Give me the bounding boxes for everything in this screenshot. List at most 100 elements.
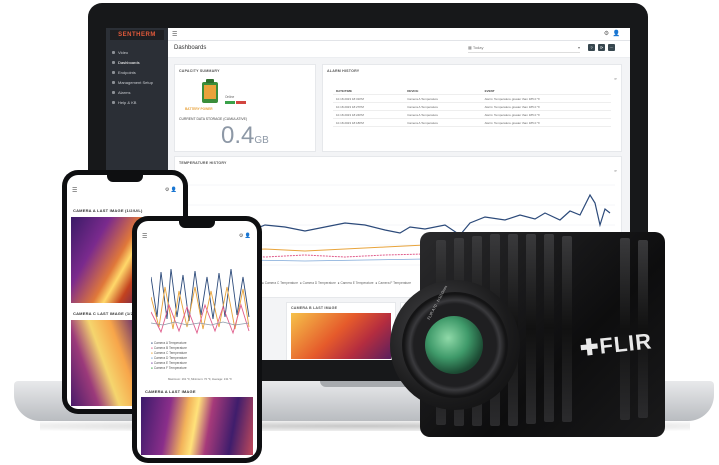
status-badge (236, 101, 246, 104)
sidebar-item-dashboards[interactable]: Dashboards (110, 58, 166, 67)
card-title: CAPACITY SUMMARY (179, 69, 220, 73)
page-header: Dashboards ▦ Today ▾ ? ⟳ ⋯ (168, 41, 630, 58)
settings-gear-icon[interactable]: ⚙ (239, 233, 243, 239)
table-cell: Camera A Temperature (404, 110, 482, 119)
video-icon (112, 51, 115, 54)
sidebar-item-help[interactable]: Help & KB (110, 98, 166, 107)
table-row[interactable]: 10.18.2023 18:31PM Camera A Temperature Al… (333, 94, 611, 103)
table-cell: 10.18.2023 18:24PM (333, 110, 405, 119)
settings-gear-icon[interactable]: ⚙ (604, 31, 609, 37)
endpoint-icon (112, 71, 115, 74)
top-bar-icons: ⚙ 👤 (604, 30, 620, 37)
legend-label: Camera E Temperature (340, 281, 374, 285)
sidebar-item-label: Dashboards (118, 60, 140, 65)
heat-sink-fin (544, 234, 554, 422)
heat-sink-fin (620, 238, 630, 420)
legend-label: Camera C Temperature (153, 351, 188, 355)
alarm-history-card: ALARM HISTORY ⟳ DATE/TIME DEVICE EVENT 1… (322, 64, 622, 152)
help-button[interactable]: ? (588, 44, 595, 51)
camera-a-title: CAMERA A LAST IMAGE (145, 389, 196, 394)
table-cell: Alarm: Temperature greater than 185.0 °F (481, 118, 611, 127)
table-cell: Alarm: Temperature greater than 185.0 °F (481, 110, 611, 119)
camera-a-title: CAMERA A LAST IMAGE (1/2/U/L) (73, 208, 143, 213)
page-title: Dashboards (174, 45, 207, 51)
column-header: DATE/TIME (333, 87, 405, 95)
dashboard-icon (112, 61, 115, 64)
storage-label: CURRENT DATA STORAGE (CUMULATIVE) (179, 117, 248, 121)
battery-status: Online (225, 95, 235, 99)
phone-header-icons: ⚙ 👤 (239, 233, 251, 239)
status-badge (225, 101, 235, 104)
table-cell: 10.18.2023 18:31PM (333, 94, 405, 103)
chevron-down-icon: ▾ (577, 45, 580, 50)
bell-icon (112, 91, 115, 94)
settings-icon (112, 81, 115, 84)
help-icon (112, 101, 115, 104)
table-cell: 10.18.2023 18:27PM (333, 102, 405, 111)
date-filter-select[interactable]: ▦ Today ▾ (468, 45, 580, 53)
table-cell: Camera A Temperature (404, 118, 482, 127)
date-filter-value: Today (472, 45, 484, 50)
storage-number: 0.4 (221, 122, 255, 149)
legend-label: Camera F Temperature (378, 281, 412, 285)
storage-unit: GB (254, 135, 269, 146)
camera-b-image-card: CAMERA B LAST IMAGE (286, 302, 396, 360)
legend-label: Camera E Temperature (153, 361, 187, 365)
table-row[interactable]: 10.18.2023 18:27PM Camera A Temperature Al… (333, 102, 611, 111)
card-title: TEMPERATURE HISTORY (179, 161, 227, 165)
thermal-image (141, 397, 253, 455)
legend-label: Camera C Temperature (264, 281, 299, 285)
sidebar-item-label: Management Setup (118, 80, 153, 85)
storage-value: 0.4GB (221, 122, 269, 150)
phone-right-screen: ☰ ⚙ 👤 ● Camera A Temperature ● Camera B … (137, 221, 257, 458)
table-cell: Camera A Temperature (404, 102, 482, 111)
phone-header-icons: ⚙ 👤 (165, 187, 177, 193)
table-cell: Camera A Temperature (404, 94, 482, 103)
sidebar-item-alarms[interactable]: Alarms (110, 88, 166, 97)
table-cell: Alarm: Temperature greater than 185.0 °F (481, 102, 611, 111)
sidebar-item-label: Alarms (118, 90, 131, 95)
legend-label: Camera D Temperature (302, 281, 336, 285)
legend-label: Camera B Temperature (153, 346, 187, 350)
sidebar-item-endpoints[interactable]: Endpoints (110, 68, 166, 77)
hamburger-menu-icon[interactable]: ☰ (72, 187, 77, 194)
phone-temperature-chart (151, 268, 250, 335)
legend-item[interactable]: ● Camera F Temperature (151, 366, 255, 371)
top-bar: ☰ ⚙ 👤 (168, 28, 630, 41)
legend-item[interactable]: ● Camera C Temperature (262, 281, 298, 285)
legend-item[interactable]: ● Camera F Temperature (375, 281, 411, 285)
hamburger-menu-icon[interactable]: ☰ (172, 31, 177, 38)
user-icon[interactable]: 👤 (245, 233, 251, 239)
card-title: ALARM HISTORY (327, 69, 360, 73)
legend-label: Camera D Temperature (153, 356, 188, 360)
column-header: DEVICE (404, 87, 482, 95)
phone-chart-legend: ● Camera A Temperature ● Camera B Temper… (151, 341, 255, 371)
refresh-icon[interactable]: ⟳ (614, 77, 617, 81)
table-cell: Alarm: Temperature greater than 185.0 °F (481, 94, 611, 103)
user-icon[interactable]: 👤 (613, 31, 620, 37)
sidebar-item-video[interactable]: Video (110, 48, 166, 57)
card-title: CAMERA B LAST IMAGE (291, 306, 338, 310)
table-row[interactable]: 10.18.2023 18:24PM Camera A Temperature Al… (333, 110, 611, 119)
sidebar-item-label: Help & KB (118, 100, 137, 105)
legend-item[interactable]: ● Camera E Temperature (338, 281, 374, 285)
user-icon[interactable]: 👤 (171, 187, 177, 193)
table-cell: 10.18.2023 18:18PM (333, 118, 405, 127)
hamburger-menu-icon[interactable]: ☰ (142, 233, 147, 240)
refresh-button[interactable]: ⟳ (598, 44, 605, 51)
settings-gear-icon[interactable]: ⚙ (165, 187, 169, 193)
capacity-summary-card: CAPACITY SUMMARY BATTERY POWER Online CU… (174, 64, 316, 152)
alarm-table: DATE/TIME DEVICE EVENT 10.18.2023 18:31P… (333, 87, 611, 127)
table-row[interactable]: 10.18.2023 18:18PM Camera A Temperature Al… (333, 118, 611, 127)
legend-label: Camera F Temperature (153, 366, 187, 370)
heat-sink-fin (562, 236, 572, 422)
refresh-icon[interactable]: ⟳ (614, 169, 617, 173)
sidebar-item-management[interactable]: Management Setup (110, 78, 166, 87)
camera-lens-glass (425, 316, 483, 374)
table-header-row: DATE/TIME DEVICE EVENT (333, 87, 611, 95)
sidebar-item-label: Video (118, 50, 129, 55)
phone-notch (107, 175, 143, 182)
phone-notch (179, 221, 215, 228)
more-button[interactable]: ⋯ (608, 44, 615, 51)
legend-item[interactable]: ● Camera D Temperature (300, 281, 336, 285)
